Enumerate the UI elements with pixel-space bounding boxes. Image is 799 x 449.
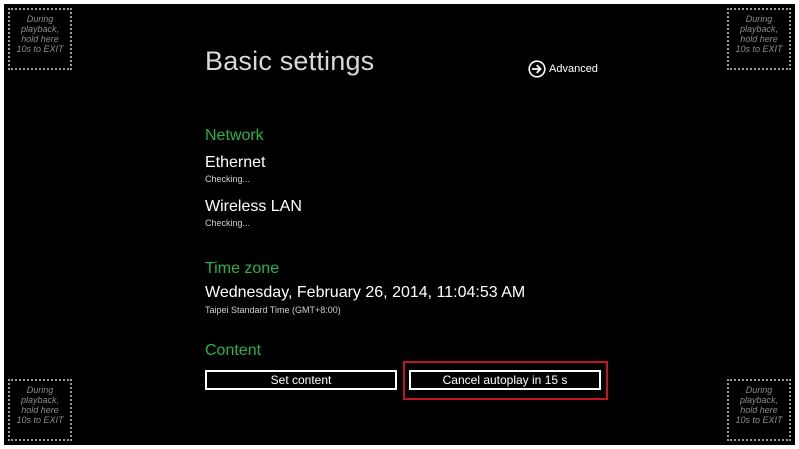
exit-hint-line: hold here [21,34,59,44]
exit-hint-line: hold here [740,405,778,415]
exit-hint-line: 10s to EXIT [735,44,783,54]
settings-screen: During playback, hold here 10s to EXIT D… [4,4,795,445]
page-title: Basic settings [205,46,375,76]
advanced-button[interactable]: Advanced [528,60,598,78]
wireless-lan-label[interactable]: Wireless LAN [205,198,302,216]
advanced-label: Advanced [549,63,598,75]
exit-hint-line: playback, [739,24,779,34]
exit-hint-line: During [745,14,773,24]
exit-hint-line: During [26,385,54,395]
exit-hint-line: 10s to EXIT [735,415,783,425]
cancel-autoplay-button[interactable]: Cancel autoplay in 15 s [409,370,601,390]
exit-hint-line: playback, [739,395,779,405]
set-content-button[interactable]: Set content [205,370,397,390]
exit-hotspot-top-left[interactable]: During playback, hold here 10s to EXIT [8,8,72,70]
exit-hint-line: hold here [21,405,59,415]
ethernet-label[interactable]: Ethernet [205,154,265,172]
arrow-right-circle-icon [528,60,546,78]
current-datetime[interactable]: Wednesday, February 26, 2014, 11:04:53 A… [205,284,525,302]
ethernet-status: Checking... [205,174,251,184]
exit-hint-line: playback, [20,24,60,34]
time-zone-heading: Time zone [205,260,280,277]
network-heading: Network [205,127,264,144]
exit-hotspot-bottom-left[interactable]: During playback, hold here 10s to EXIT [8,379,72,441]
exit-hint-line: hold here [740,34,778,44]
exit-hotspot-top-right[interactable]: During playback, hold here 10s to EXIT [727,8,791,70]
exit-hint-line: During [745,385,773,395]
exit-hint-line: During [26,14,54,24]
exit-hint-line: 10s to EXIT [16,415,64,425]
content-heading: Content [205,342,262,359]
exit-hint-line: 10s to EXIT [16,44,64,54]
exit-hint-line: playback, [20,395,60,405]
time-zone-value: Taipei Standard Time (GMT+8:00) [205,305,341,315]
wireless-lan-status: Checking... [205,218,251,228]
exit-hotspot-bottom-right[interactable]: During playback, hold here 10s to EXIT [727,379,791,441]
